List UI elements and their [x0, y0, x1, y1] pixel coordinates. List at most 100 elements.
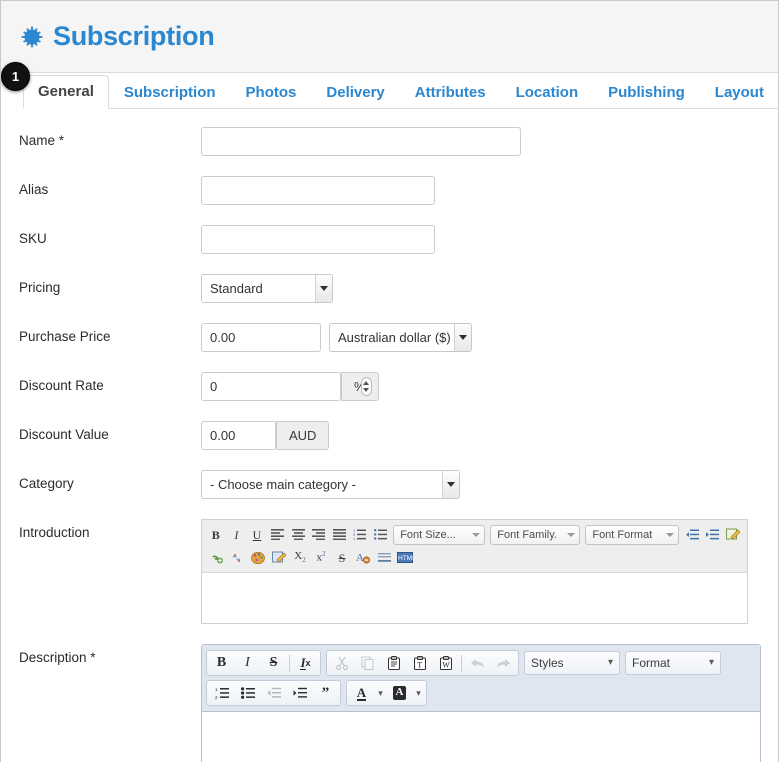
name-input[interactable] — [201, 127, 521, 156]
alias-label: Alias — [19, 182, 49, 197]
introduction-text-area[interactable] — [202, 573, 747, 623]
numbered-list-icon[interactable]: 12 — [209, 682, 234, 704]
currency-select[interactable]: Australian dollar ($) — [329, 323, 472, 352]
remove-format-icon[interactable]: A — [353, 548, 373, 568]
align-right-icon[interactable] — [309, 525, 329, 545]
tab-layout[interactable]: Layout — [700, 76, 778, 109]
styles-combo[interactable]: Styles ▾ — [524, 651, 620, 675]
edit-image-icon[interactable] — [724, 525, 744, 545]
align-left-icon[interactable] — [268, 525, 288, 545]
bullet-list-icon[interactable] — [371, 525, 391, 545]
superscript-icon[interactable]: x2 — [311, 548, 331, 568]
align-center-icon[interactable] — [288, 525, 308, 545]
chevron-down-icon[interactable]: ▾ — [375, 682, 386, 704]
text-color-icon[interactable]: A — [349, 682, 374, 704]
page-title: Subscription — [21, 21, 215, 52]
unlink-icon[interactable] — [227, 548, 247, 568]
cut-icon[interactable] — [329, 652, 354, 674]
tab-label: Attributes — [414, 84, 486, 101]
italic-icon[interactable]: I — [227, 525, 247, 545]
divider — [289, 654, 290, 672]
strikethrough-icon[interactable]: S — [332, 548, 352, 568]
indent-icon[interactable] — [287, 682, 312, 704]
outdent-icon[interactable] — [682, 525, 702, 545]
discount-rate-control: % — [201, 372, 379, 401]
field-row-description: Description * B I S Ix T W Styles ▾ Form… — [1, 644, 778, 762]
undo-icon[interactable] — [465, 652, 490, 674]
paste-from-word-icon[interactable]: W — [433, 652, 458, 674]
background-color-icon[interactable]: A — [387, 682, 412, 704]
tab-location[interactable]: Location — [501, 76, 594, 109]
page-header: Subscription — [1, 1, 778, 73]
alias-input[interactable] — [201, 176, 435, 205]
html-source-icon[interactable]: HTML — [395, 548, 415, 568]
description-toolbar-row-2: 12 ” A ▾ A ▾ — [206, 680, 756, 706]
discount-value-input[interactable] — [201, 421, 276, 450]
svg-text:A: A — [356, 552, 364, 564]
horizontal-rule-icon[interactable] — [374, 548, 394, 568]
description-control: B I S Ix T W Styles ▾ Format ▾ 1 2 ” A ▾… — [201, 644, 761, 762]
tab-publishing[interactable]: Publishing — [593, 76, 700, 109]
remove-format-icon[interactable]: Ix — [293, 652, 318, 674]
discount-rate-input[interactable] — [201, 372, 341, 401]
sku-label: SKU — [19, 231, 47, 246]
category-select[interactable]: - Choose main category - — [201, 470, 460, 499]
format-combo-label: Format — [632, 656, 671, 670]
italic-icon[interactable]: I — [235, 652, 260, 674]
paste-text-icon[interactable]: T — [407, 652, 432, 674]
chevron-down-icon: ▾ — [708, 657, 714, 668]
chevron-down-icon — [454, 324, 471, 351]
purchase-price-input[interactable] — [201, 323, 321, 352]
category-label: Category — [19, 476, 74, 491]
format-combo[interactable]: Format ▾ — [625, 651, 721, 675]
field-row-pricing: Pricing Standard — [1, 274, 778, 303]
align-justify-icon[interactable] — [329, 525, 349, 545]
tab-label: Subscription — [123, 84, 216, 101]
bullet-list-icon[interactable] — [235, 682, 260, 704]
svg-text:1: 1 — [215, 687, 218, 692]
copy-icon[interactable] — [355, 652, 380, 674]
subscript-icon[interactable]: X2 — [290, 548, 310, 568]
font-family-select[interactable]: Font Family. — [490, 524, 581, 545]
numbered-list-icon[interactable]: 123 — [350, 525, 370, 545]
description-editor: B I S Ix T W Styles ▾ Format ▾ 1 2 ” A ▾… — [201, 644, 761, 762]
tab-subscription[interactable]: Subscription — [109, 76, 231, 109]
chevron-down-icon[interactable]: ▾ — [413, 682, 424, 704]
tab-general[interactable]: General — [23, 75, 109, 109]
indent-icon[interactable] — [703, 525, 723, 545]
edit-icon[interactable] — [269, 548, 289, 568]
field-row-sku: SKU — [1, 225, 778, 254]
introduction-label: Introduction — [19, 525, 90, 540]
bold-icon[interactable]: B — [206, 525, 226, 545]
subscription-editor-window: Subscription 1 General Subscription Phot… — [0, 0, 779, 762]
tab-label: Delivery — [326, 84, 385, 101]
redo-icon[interactable] — [491, 652, 516, 674]
pricing-select[interactable]: Standard — [201, 274, 333, 303]
quantity-stepper[interactable] — [360, 377, 372, 396]
tab-attributes[interactable]: Attributes — [400, 76, 501, 109]
tab-delivery[interactable]: Delivery — [311, 76, 399, 109]
strikethrough-icon[interactable]: S — [261, 652, 286, 674]
svg-text:W: W — [442, 661, 450, 670]
link-icon[interactable] — [206, 548, 226, 568]
description-text-area[interactable] — [202, 712, 760, 762]
tab-label: Publishing — [608, 84, 685, 101]
tab-photos[interactable]: Photos — [231, 76, 312, 109]
name-control — [201, 127, 521, 156]
sku-input[interactable] — [201, 225, 435, 254]
category-select-value: - Choose main category - — [210, 477, 356, 492]
field-row-name: Name * — [1, 127, 778, 156]
introduction-toolbar-row-1: B I U 1 2 3 Font Size... Font Family. Fo… — [206, 523, 743, 546]
discount-value-unit: AUD — [276, 421, 330, 450]
field-row-alias: Alias — [1, 176, 778, 205]
font-size-select[interactable]: Font Size... — [393, 524, 486, 545]
blockquote-icon[interactable]: ” — [313, 682, 338, 704]
underline-icon[interactable]: U — [247, 525, 267, 545]
paste-icon[interactable] — [381, 652, 406, 674]
field-row-category: Category - Choose main category - — [1, 470, 778, 499]
font-format-select[interactable]: Font Format — [585, 524, 680, 545]
outdent-icon[interactable] — [261, 682, 286, 704]
bold-icon[interactable]: B — [209, 652, 234, 674]
text-color-icon[interactable] — [248, 548, 268, 568]
font-size-select-label: Font Size... — [400, 528, 456, 541]
